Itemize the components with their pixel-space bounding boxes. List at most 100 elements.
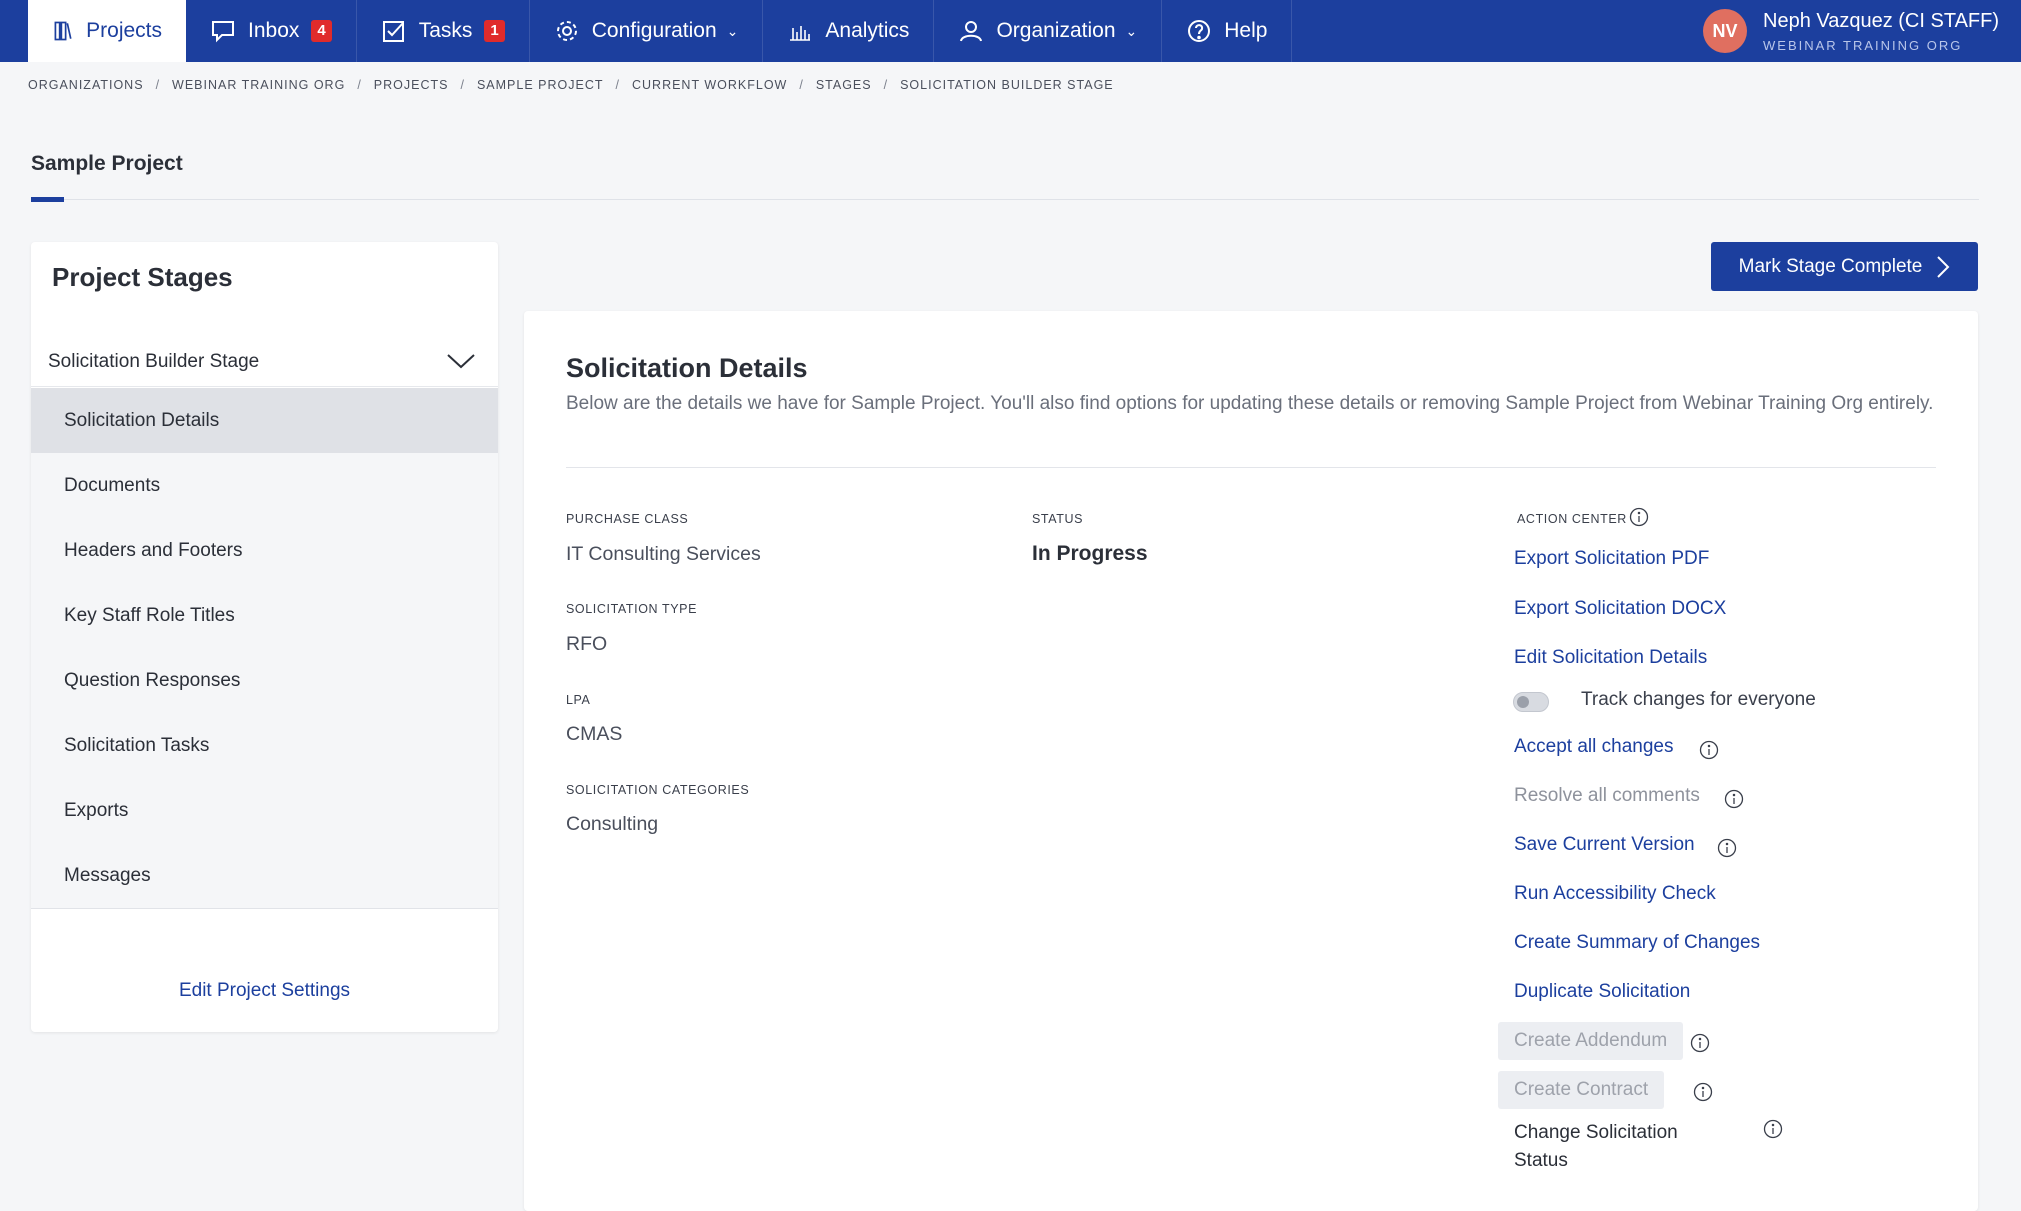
stage-dropdown-label: Solicitation Builder Stage bbox=[48, 350, 260, 372]
top-navigation: Projects Inbox 4 Tasks 1 Configuration ⌄… bbox=[0, 0, 2021, 62]
projects-icon bbox=[54, 21, 72, 41]
breadcrumb-org[interactable]: WEBINAR TRAINING ORG bbox=[172, 78, 345, 92]
breadcrumb: ORGANIZATIONS / WEBINAR TRAINING ORG / P… bbox=[28, 78, 1114, 92]
project-stages-panel: Project Stages Solicitation Builder Stag… bbox=[31, 242, 498, 1032]
save-current-version-link[interactable]: Save Current Version bbox=[1514, 834, 1695, 856]
info-icon[interactable] bbox=[1717, 838, 1737, 858]
sidebar-item-messages[interactable]: Messages bbox=[31, 843, 498, 908]
mark-stage-complete-button[interactable]: Mark Stage Complete bbox=[1711, 242, 1978, 291]
stage-section-list: Solicitation Details Documents Headers a… bbox=[31, 388, 498, 908]
sidebar-divider bbox=[31, 908, 498, 909]
page-title: Sample Project bbox=[31, 152, 183, 175]
purchase-class-value: IT Consulting Services bbox=[566, 543, 761, 565]
breadcrumb-project[interactable]: SAMPLE PROJECT bbox=[477, 78, 604, 92]
section-description: Below are the details we have for Sample… bbox=[566, 393, 1934, 414]
breadcrumb-separator: / bbox=[883, 78, 889, 92]
info-icon[interactable] bbox=[1693, 1082, 1713, 1102]
info-icon[interactable] bbox=[1724, 789, 1744, 809]
nav-organization[interactable]: Organization ⌄ bbox=[934, 0, 1163, 62]
sidebar-item-key-staff[interactable]: Key Staff Role Titles bbox=[31, 583, 498, 648]
track-changes-label: Track changes for everyone bbox=[1581, 689, 1816, 710]
chevron-down-icon: ⌄ bbox=[1125, 22, 1138, 39]
sidebar-item-solicitation-tasks[interactable]: Solicitation Tasks bbox=[31, 713, 498, 778]
mark-stage-complete-label: Mark Stage Complete bbox=[1738, 255, 1923, 277]
nav-inbox-label: Inbox bbox=[248, 19, 300, 42]
change-solicitation-status[interactable]: Change Solicitation Status bbox=[1514, 1119, 1714, 1175]
breadcrumb-stages[interactable]: STAGES bbox=[816, 78, 872, 92]
sidebar-item-headers-footers[interactable]: Headers and Footers bbox=[31, 518, 498, 583]
breadcrumb-separator: / bbox=[460, 78, 465, 92]
nav-organization-label: Organization bbox=[996, 19, 1116, 42]
resolve-all-comments-link: Resolve all comments bbox=[1514, 785, 1700, 806]
user-menu[interactable]: NV Neph Vazquez (CI STAFF) WEBINAR TRAIN… bbox=[1703, 0, 1999, 62]
nav-configuration-label: Configuration bbox=[591, 19, 717, 42]
nav-configuration[interactable]: Configuration ⌄ bbox=[530, 0, 764, 62]
tasks-icon bbox=[382, 21, 404, 42]
sidebar-item-solicitation-details[interactable]: Solicitation Details bbox=[31, 388, 498, 453]
track-changes-toggle[interactable] bbox=[1513, 692, 1549, 712]
nav-projects[interactable]: Projects bbox=[28, 0, 186, 62]
action-center-label: ACTION CENTER bbox=[1517, 512, 1627, 526]
nav-analytics-label: Analytics bbox=[825, 19, 910, 42]
stage-dropdown[interactable]: Solicitation Builder Stage bbox=[31, 337, 498, 387]
chevron-down-icon bbox=[447, 354, 475, 369]
categories-value: Consulting bbox=[566, 813, 659, 835]
analytics-icon bbox=[790, 26, 811, 41]
breadcrumb-current: SOLICITATION BUILDER STAGE bbox=[900, 78, 1114, 92]
create-addendum-button: Create Addendum bbox=[1498, 1022, 1684, 1060]
toggle-knob bbox=[1517, 696, 1529, 708]
breadcrumb-organizations[interactable]: ORGANIZATIONS bbox=[28, 78, 144, 92]
breadcrumb-separator: / bbox=[615, 78, 620, 92]
nav-tasks-label: Tasks bbox=[418, 19, 473, 42]
nav-help-label: Help bbox=[1224, 19, 1268, 42]
info-icon[interactable] bbox=[1690, 1033, 1710, 1053]
help-icon bbox=[1188, 20, 1211, 42]
tasks-count-badge: 1 bbox=[484, 20, 505, 42]
lpa-label: LPA bbox=[566, 693, 591, 707]
create-contract-button: Create Contract bbox=[1498, 1071, 1665, 1109]
avatar: NV bbox=[1703, 9, 1747, 53]
inbox-count-badge: 4 bbox=[311, 20, 332, 42]
sidebar-item-question-responses[interactable]: Question Responses bbox=[31, 648, 498, 713]
title-underline bbox=[31, 197, 64, 202]
edit-project-settings-link[interactable]: Edit Project Settings bbox=[31, 980, 498, 1002]
breadcrumb-projects[interactable]: PROJECTS bbox=[374, 78, 449, 92]
info-icon[interactable] bbox=[1763, 1119, 1783, 1139]
breadcrumb-separator: / bbox=[799, 78, 804, 92]
solicitation-type-label: SOLICITATION TYPE bbox=[566, 602, 698, 616]
edit-details-link[interactable]: Edit Solicitation Details bbox=[1514, 647, 1707, 669]
breadcrumb-separator: / bbox=[357, 78, 362, 92]
chevron-down-icon: ⌄ bbox=[726, 22, 739, 39]
sidebar-item-exports[interactable]: Exports bbox=[31, 778, 498, 843]
info-icon[interactable] bbox=[1699, 740, 1719, 760]
solicitation-details-card: Solicitation Details Below are the detai… bbox=[524, 311, 1978, 1211]
nav-inbox[interactable]: Inbox 4 bbox=[186, 0, 357, 62]
status-value: In Progress bbox=[1032, 542, 1148, 565]
export-pdf-link[interactable]: Export Solicitation PDF bbox=[1514, 548, 1709, 570]
inbox-icon bbox=[212, 21, 234, 43]
nav-analytics[interactable]: Analytics bbox=[763, 0, 935, 62]
categories-label: SOLICITATION CATEGORIES bbox=[566, 783, 750, 797]
nav-tasks[interactable]: Tasks 1 bbox=[357, 0, 530, 62]
user-org: WEBINAR TRAINING ORG bbox=[1763, 37, 1963, 53]
run-accessibility-check-link[interactable]: Run Accessibility Check bbox=[1514, 883, 1716, 905]
breadcrumb-workflow[interactable]: CURRENT WORKFLOW bbox=[632, 78, 787, 92]
breadcrumb-separator: / bbox=[155, 78, 161, 92]
nav-help[interactable]: Help bbox=[1162, 0, 1293, 62]
organization-icon bbox=[960, 21, 983, 42]
duplicate-solicitation-link[interactable]: Duplicate Solicitation bbox=[1514, 981, 1690, 1003]
accept-all-changes-link[interactable]: Accept all changes bbox=[1514, 736, 1674, 758]
section-divider bbox=[566, 467, 1936, 468]
info-icon[interactable] bbox=[1629, 507, 1649, 527]
purchase-class-label: PURCHASE CLASS bbox=[566, 512, 689, 526]
sidebar-title: Project Stages bbox=[52, 262, 233, 292]
lpa-value: CMAS bbox=[566, 723, 623, 745]
export-docx-link[interactable]: Export Solicitation DOCX bbox=[1514, 598, 1726, 620]
sidebar-item-documents[interactable]: Documents bbox=[31, 453, 498, 518]
user-name: Neph Vazquez (CI STAFF) bbox=[1763, 9, 1999, 32]
status-label: STATUS bbox=[1032, 512, 1084, 526]
solicitation-type-value: RFO bbox=[566, 633, 608, 655]
create-summary-link[interactable]: Create Summary of Changes bbox=[1514, 932, 1760, 954]
chevron-right-icon bbox=[1937, 255, 1950, 278]
gear-icon bbox=[556, 21, 577, 41]
